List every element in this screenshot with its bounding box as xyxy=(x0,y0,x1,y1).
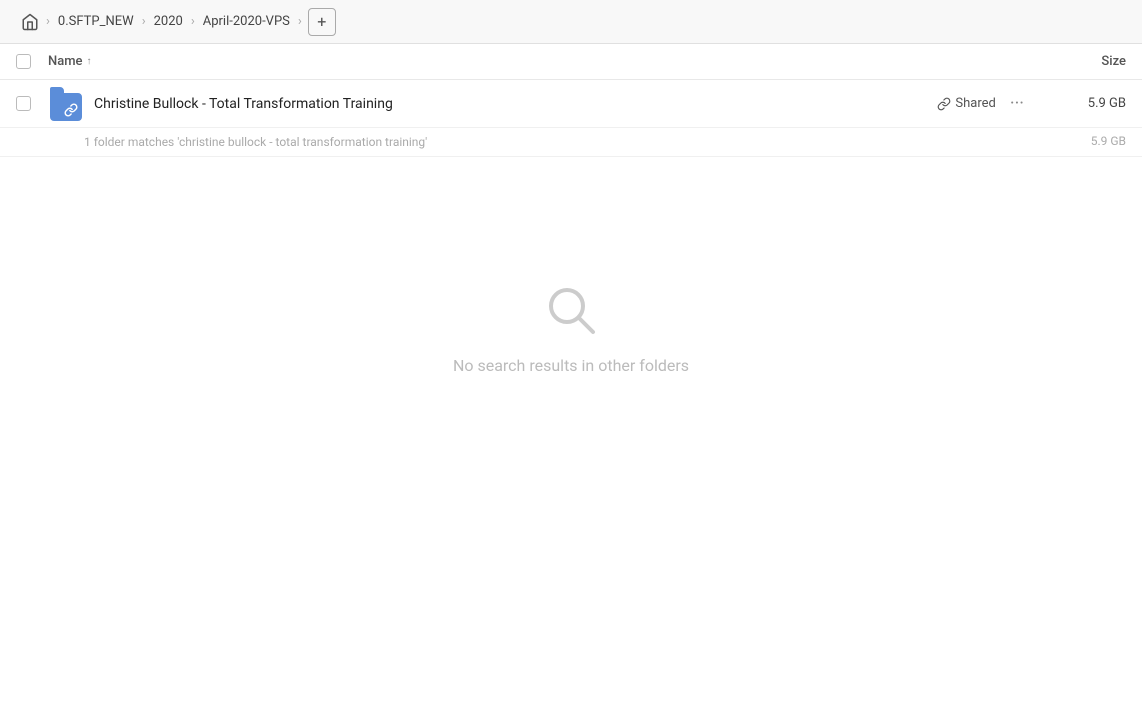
no-results-message: No search results in other folders xyxy=(453,356,689,375)
name-column-header[interactable]: Name ↑ xyxy=(48,54,1046,69)
match-count-row: 5.9 GB 1 folder matches 'christine bullo… xyxy=(0,128,1142,157)
home-button[interactable] xyxy=(16,8,44,36)
file-actions-area: Shared ··· xyxy=(937,91,1030,116)
file-row[interactable]: Christine Bullock - Total Transformation… xyxy=(0,80,1142,128)
breadcrumb-item-2020[interactable]: 2020 xyxy=(148,12,189,31)
separator-1: › xyxy=(46,14,50,29)
size-column-header[interactable]: Size xyxy=(1046,54,1126,69)
file-name-label: Christine Bullock - Total Transformation… xyxy=(94,96,937,112)
breadcrumb-item-sftp[interactable]: 0.SFTP_NEW xyxy=(52,12,140,31)
separator-4: › xyxy=(298,14,302,29)
size-column-label: Size xyxy=(1101,54,1126,69)
match-size-value: 5.9 GB xyxy=(1091,134,1126,148)
breadcrumb-bar: › 0.SFTP_NEW › 2020 › April-2020-VPS › + xyxy=(0,0,1142,44)
folder-icon-wrap xyxy=(48,86,84,122)
sort-arrow-icon: ↑ xyxy=(87,56,92,67)
separator-3: › xyxy=(191,14,195,29)
header-checkbox[interactable] xyxy=(16,54,40,69)
row-checkbox-area[interactable] xyxy=(16,96,40,111)
more-options-button[interactable]: ··· xyxy=(1004,91,1030,116)
shared-badge: Shared xyxy=(937,96,995,111)
breadcrumb-item-april[interactable]: April-2020-VPS xyxy=(197,12,296,31)
column-header: Name ↑ Size xyxy=(0,44,1142,80)
add-breadcrumb-button[interactable]: + xyxy=(308,8,336,36)
match-count-text: 1 folder matches 'christine bullock - to… xyxy=(84,135,427,149)
file-size-value: 5.9 GB xyxy=(1046,96,1126,111)
row-checkbox[interactable] xyxy=(16,96,31,111)
no-results-icon xyxy=(541,280,601,340)
folder-with-link-icon xyxy=(50,87,82,121)
link-icon xyxy=(937,97,951,111)
select-all-checkbox[interactable] xyxy=(16,54,31,69)
name-column-label: Name xyxy=(48,54,83,69)
separator-2: › xyxy=(142,14,146,29)
shared-label: Shared xyxy=(955,96,995,111)
folder-body xyxy=(50,93,82,121)
empty-state: No search results in other folders xyxy=(0,157,1142,497)
